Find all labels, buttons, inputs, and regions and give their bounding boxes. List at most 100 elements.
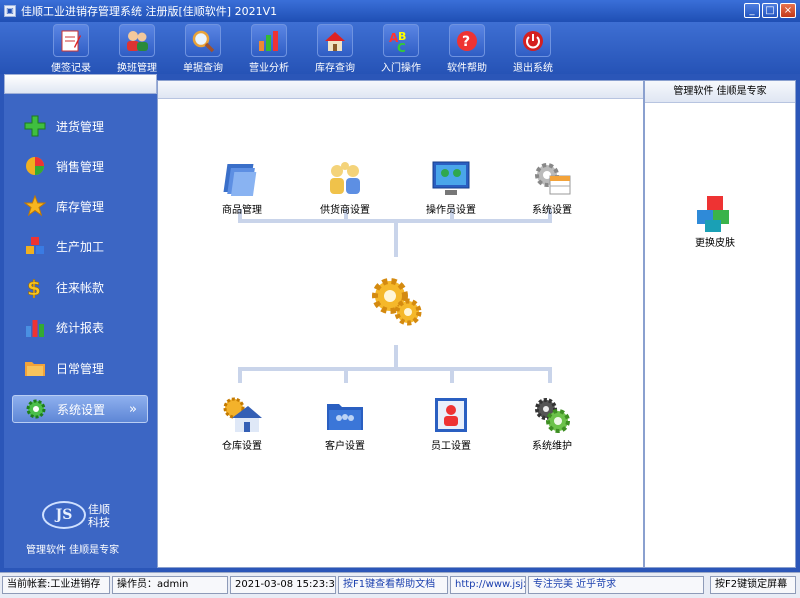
node-label: 员工设置 [431, 441, 471, 452]
main-toolbar: 便签记录 换班管理 单据查询 营业分析 库存查询 ABC 入门操作 ? 软件帮助… [0, 22, 800, 74]
star-icon [24, 195, 46, 217]
logo-name-line1: 佳顺 [88, 503, 110, 516]
change-skin-label: 更换皮肤 [695, 238, 735, 249]
magnifier-icon [192, 30, 215, 52]
toolbar-tutorial-button[interactable]: ABC 入门操作 [368, 22, 434, 74]
warehouse-icon [220, 395, 264, 435]
connector-line [394, 221, 398, 257]
help-icon: ? [457, 30, 477, 51]
connector-line [548, 367, 552, 383]
toolbar-label: 营业分析 [249, 63, 289, 74]
close-button[interactable]: × [780, 3, 796, 18]
right-panel: 管理软件 佳顺是专家 更换皮肤 [644, 80, 796, 568]
status-help-hint: 按F1键查看帮助文档 [338, 576, 448, 594]
sidebar-item-label: 系统设置 [57, 402, 106, 417]
sidebar-header [4, 74, 157, 94]
toolbar-label: 退出系统 [513, 63, 553, 74]
status-bar: 当前帐套:工业进销存 操作员：admin 2021-03-08 15:23:38… [0, 572, 800, 598]
connector-line [238, 367, 242, 383]
node-label: 仓库设置 [222, 441, 262, 452]
sidebar-item-label: 进货管理 [56, 119, 105, 134]
node-system-maintenance[interactable]: 系统维护 [512, 395, 592, 452]
sidebar-item-reports[interactable]: 统计报表 [12, 313, 148, 341]
connector-line [344, 367, 348, 383]
toolbar-help-button[interactable]: ? 软件帮助 [434, 22, 500, 74]
expand-arrow-icon: » [129, 401, 137, 417]
connector-line [394, 345, 398, 369]
toolbar-label: 库存查询 [315, 63, 355, 74]
svg-text:?: ? [462, 34, 470, 50]
connector-line [450, 367, 454, 383]
sidebar-item-label: 销售管理 [56, 159, 105, 174]
logo-tagline: 管理软件 佳顺是专家 [26, 545, 120, 556]
node-operator-settings[interactable]: 操作员设置 [411, 159, 491, 216]
monitor-users-icon [429, 159, 473, 199]
logo-name: 佳顺 科技 [88, 503, 110, 529]
toolbar-shift-button[interactable]: 换班管理 [104, 22, 170, 74]
books-icon [220, 159, 264, 199]
node-label: 商品管理 [222, 205, 262, 216]
toolbar-label: 单据查询 [183, 63, 223, 74]
right-panel-header: 管理软件 佳顺是专家 [645, 81, 795, 103]
status-slogan: 专注完美 近乎苛求 [528, 576, 704, 594]
sidebar-item-daily[interactable]: 日常管理 [12, 354, 148, 382]
toolbar-label: 软件帮助 [447, 63, 487, 74]
window-title: 佳顺工业进销存管理系统 注册版[佳顺软件] 2021V1 [21, 5, 278, 18]
toolbar-query-button[interactable]: 单据查询 [170, 22, 236, 74]
toolbar-notes-button[interactable]: 便签记录 [38, 22, 104, 74]
logo-mark: JS [42, 501, 86, 529]
node-warehouse-settings[interactable]: 仓库设置 [202, 395, 282, 452]
bars-icon [24, 316, 46, 338]
status-datetime: 2021-03-08 15:23:38 [230, 576, 336, 594]
pie-icon [24, 155, 46, 177]
node-label: 系统设置 [532, 205, 572, 216]
sidebar-item-inventory[interactable]: 库存管理 [12, 192, 148, 220]
folder-icon [24, 357, 46, 379]
sidebar-item-accounts[interactable]: $ 往来帐款 [12, 273, 148, 301]
sidebar-item-purchase[interactable]: 进货管理 [12, 112, 148, 140]
status-operator: 操作员：admin [112, 576, 228, 594]
maintenance-icon [530, 395, 574, 435]
node-label: 供货商设置 [320, 205, 370, 216]
connector-line [238, 367, 552, 371]
title-bar: ▣ 佳顺工业进销存管理系统 注册版[佳顺软件] 2021V1 _ □ × [0, 0, 800, 22]
abc-icon: A BC [389, 30, 406, 53]
workspace-header [158, 81, 643, 99]
svg-text:$: $ [27, 276, 41, 298]
status-lock-hint: 按F2键锁定屏幕 [710, 576, 796, 594]
sidebar-item-settings[interactable]: 系统设置 » [12, 395, 148, 423]
node-product-management[interactable]: 商品管理 [202, 159, 282, 216]
sidebar-item-label: 生产加工 [56, 239, 105, 254]
window-controls: _ □ × [744, 3, 796, 18]
app-icon: ▣ [4, 5, 16, 17]
sidebar-item-sales[interactable]: 销售管理 [12, 152, 148, 180]
node-staff-settings[interactable]: 员工设置 [411, 395, 491, 452]
logo-name-line2: 科技 [88, 516, 110, 529]
node-customer-settings[interactable]: 客户设置 [305, 395, 385, 452]
gears-hub-icon [366, 273, 426, 329]
notepad-icon [61, 30, 81, 51]
node-label: 操作员设置 [426, 205, 476, 216]
toolbar-inventory-button[interactable]: 库存查询 [302, 22, 368, 74]
node-supplier-settings[interactable]: 供货商设置 [305, 159, 385, 216]
company-logo: JS 佳顺 科技 管理软件 佳顺是专家 [4, 497, 157, 557]
status-website-link[interactable]: http://www.jsjxc.cn/ [450, 576, 526, 594]
toolbar-label: 便签记录 [51, 63, 91, 74]
maximize-button[interactable]: □ [762, 3, 778, 18]
gear-icon [25, 398, 47, 420]
toolbar-label: 换班管理 [117, 63, 157, 74]
folder-people-icon [323, 395, 367, 435]
sidebar-item-label: 往来帐款 [56, 280, 105, 295]
cubes-icon [24, 235, 46, 257]
sidebar-item-label: 统计报表 [56, 320, 105, 335]
sidebar-item-production[interactable]: 生产加工 [12, 232, 148, 260]
status-account: 当前帐套:工业进销存 [2, 576, 110, 594]
minimize-button[interactable]: _ [744, 3, 760, 18]
change-skin-button[interactable]: 更换皮肤 [695, 194, 735, 249]
people-icon [323, 159, 367, 199]
toolbar-analysis-button[interactable]: 营业分析 [236, 22, 302, 74]
svg-text:C: C [397, 41, 406, 53]
toolbar-exit-button[interactable]: 退出系统 [500, 22, 566, 74]
node-system-settings[interactable]: 系统设置 [512, 159, 592, 216]
main-workspace: 商品管理 供货商设置 操作员设置 系统设置 仓库设置 客户设置 员工设置 系统维… [157, 80, 644, 568]
